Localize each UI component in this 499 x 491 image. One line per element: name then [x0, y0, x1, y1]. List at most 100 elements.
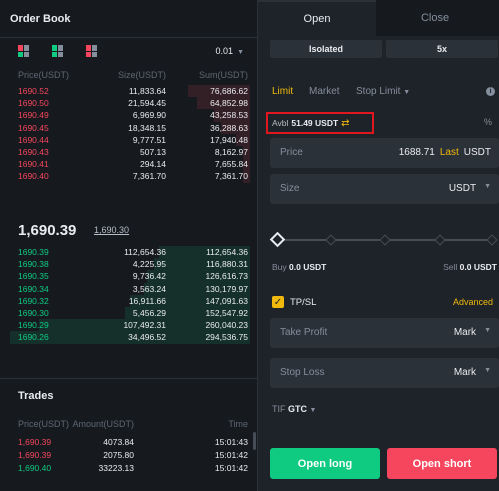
percent-icon[interactable]: % [484, 117, 492, 127]
bid-row[interactable]: 1690.34 3,563.24 130,179.97 [0, 282, 258, 295]
trade-price: 1,690.39 [18, 437, 52, 447]
size-input[interactable]: Size USDT ▼ [270, 174, 499, 204]
slider-mark-25[interactable] [325, 234, 337, 246]
tab-close[interactable]: Close [376, 0, 494, 36]
asks-list: 1690.52 11,833.64 76,686.62 1690.50 21,594.4… [0, 85, 258, 183]
buy-value: 0.0 USDT [289, 262, 327, 272]
price-cell: 1690.40 [18, 171, 49, 182]
sum-cell: 116,880.31 [206, 259, 248, 270]
sum-cell: 43,258.53 [210, 110, 248, 121]
ask-row[interactable]: 1690.52 11,833.64 76,686.62 [0, 85, 258, 98]
price-cell: 1690.38 [18, 259, 49, 270]
tab-stop-limit[interactable]: Stop Limit ▼ [356, 86, 410, 97]
size-unit-select[interactable]: USDT ▼ [449, 183, 491, 194]
tpsl-label: TP/SL [290, 297, 317, 308]
bid-row[interactable]: 1690.35 9,736.42 126,616.73 [0, 270, 258, 283]
bid-row[interactable]: 1690.39 112,654.36 112,654.36 [0, 246, 258, 259]
size-cell: 16,911.66 [128, 295, 166, 306]
bid-row[interactable]: 1690.32 16,911.66 147,091.63 [0, 294, 258, 307]
open-short-button[interactable]: Open short [387, 448, 497, 479]
price-cell: 1690.52 [18, 86, 49, 96]
layout-both-icon[interactable] [18, 45, 30, 57]
stop-loss-input[interactable]: Stop Loss Mark ▼ [270, 358, 499, 388]
price-input[interactable]: Price 1688.71 Last USDT [270, 138, 499, 168]
margin-mode-button[interactable]: Isolated [270, 40, 382, 58]
ask-row[interactable]: 1690.40 7,361.70 7,361.70 [0, 170, 258, 183]
price-value-group: 1688.71 Last USDT [399, 147, 491, 158]
price-cell: 1690.29 [18, 320, 49, 331]
sell-summary: Sell 0.0 USDT [443, 262, 497, 272]
tpsl-checkbox[interactable]: ✓ [272, 296, 284, 308]
size-cell: 112,654.36 [124, 247, 166, 257]
buy-sell-summary: Buy 0.0 USDT Sell 0.0 USDT [272, 262, 497, 272]
bid-row[interactable]: 1690.26 34,496.52 294,536.75 [0, 331, 258, 344]
price-cell: 1690.43 [18, 146, 49, 157]
price-cell: 1690.35 [18, 271, 49, 282]
trade-row: 1,690.39 4073.84 15:01:43 [0, 436, 258, 449]
bids-list: 1690.39 112,654.36 112,654.36 1690.38 4,225.… [0, 246, 258, 344]
leverage-button[interactable]: 5x [386, 40, 498, 58]
order-book-panel: Order Book 0.01 ▼ Price(USDT) Size(USDT) … [0, 0, 258, 491]
last-price-button[interactable]: Last [440, 147, 459, 158]
ask-row[interactable]: 1690.45 18,348.15 36,288.63 [0, 121, 258, 134]
bid-row[interactable]: 1690.29 107,492.31 260,040.23 [0, 319, 258, 332]
tab-open[interactable]: Open [258, 0, 376, 36]
trades-scrollbar[interactable] [253, 432, 256, 450]
price-cell: 1690.41 [18, 159, 49, 170]
size-slider[interactable] [269, 231, 498, 248]
order-entry-panel: Open Close Isolated 5x Limit Market Stop… [258, 0, 499, 491]
ask-row[interactable]: 1690.50 21,594.45 64,852.98 [0, 97, 258, 110]
chevron-down-icon: ▼ [309, 407, 317, 414]
slider-handle[interactable] [269, 231, 286, 248]
sum-cell: 126,616.73 [205, 271, 248, 282]
take-profit-mode-select[interactable]: Mark ▼ [454, 327, 491, 338]
slider-mark-100[interactable] [486, 234, 498, 246]
price-unit: USDT [463, 147, 491, 158]
size-cell: 4,225.95 [132, 259, 166, 270]
ask-row[interactable]: 1690.44 9,777.51 17,940.48 [0, 133, 258, 146]
price-cell: 1690.34 [18, 283, 49, 294]
tif-select[interactable]: TIF GTC ▼ [272, 404, 316, 414]
sum-cell: 152,547.92 [205, 307, 248, 318]
open-long-button[interactable]: Open long [270, 448, 380, 479]
trades-column-time: Time [228, 419, 248, 429]
sum-cell: 17,940.48 [210, 134, 248, 145]
advanced-link[interactable]: Advanced [453, 297, 493, 307]
trades-column-price: Price(USDT) [18, 419, 69, 429]
ask-row[interactable]: 1690.43 507.13 8,162.97 [0, 145, 258, 159]
available-balance: Avbl 51.49 USDT ⇄ [266, 112, 374, 134]
tab-limit[interactable]: Limit [272, 86, 293, 97]
order-book-header: Order Book [0, 0, 258, 38]
ask-row[interactable]: 1690.49 6,969.90 43,258.53 [0, 109, 258, 122]
slider-mark-50[interactable] [379, 234, 391, 246]
sum-cell: 260,040.23 [205, 320, 248, 331]
slider-mark-75[interactable] [434, 234, 446, 246]
trades-header: Trades [0, 378, 258, 406]
price-cell: 1690.39 [18, 247, 49, 257]
tab-market[interactable]: Market [309, 86, 340, 97]
bid-row[interactable]: 1690.38 4,225.95 116,880.31 [0, 258, 258, 271]
sum-cell: 8,162.97 [214, 146, 248, 157]
layout-asks-icon[interactable] [86, 45, 98, 57]
info-icon[interactable]: i [486, 87, 495, 96]
last-price: 1,690.39 [18, 222, 77, 239]
sum-cell: 112,654.36 [206, 247, 248, 257]
take-profit-mode: Mark [453, 327, 477, 338]
size-cell: 294.14 [140, 159, 166, 170]
trade-amount: 4073.84 [103, 437, 134, 447]
layout-bids-icon[interactable] [52, 45, 64, 57]
take-profit-input[interactable]: Take Profit Mark ▼ [270, 318, 499, 348]
chevron-down-icon: ▼ [484, 327, 491, 334]
order-book-column-header: Price(USDT) Size(USDT) Sum(USDT) [0, 68, 258, 82]
mark-price[interactable]: 1,690.30 [94, 225, 129, 235]
bid-row[interactable]: 1690.30 5,456.29 152,547.92 [0, 306, 258, 320]
chevron-down-icon: ▼ [484, 183, 491, 190]
stop-loss-mode-select[interactable]: Mark ▼ [454, 367, 491, 378]
size-cell: 3,563.24 [132, 283, 166, 294]
trades-list: 1,690.39 4073.84 15:01:43 1,690.39 2075.80 15… [0, 436, 258, 475]
ask-row[interactable]: 1690.41 294.14 7,655.84 [0, 158, 258, 171]
transfer-icon[interactable]: ⇄ [341, 118, 349, 129]
precision-select[interactable]: 0.01 ▼ [216, 46, 244, 56]
size-cell: 5,456.29 [132, 307, 166, 318]
trade-price: 1,690.40 [18, 463, 52, 473]
